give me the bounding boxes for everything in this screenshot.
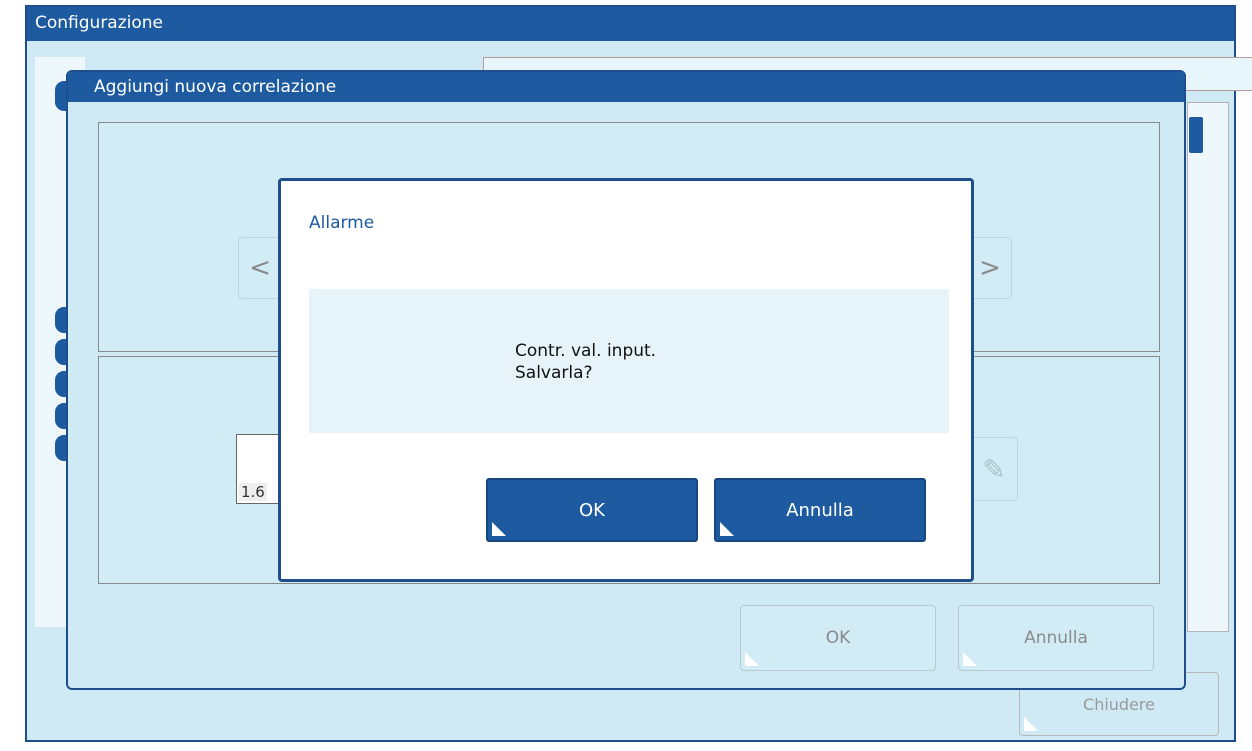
config-scrollbar-thumb[interactable]: [1189, 117, 1203, 153]
alarm-ok-label: OK: [579, 499, 605, 521]
chevron-right-icon: >: [979, 253, 1001, 283]
next-button[interactable]: >: [968, 237, 1012, 299]
chevron-left-icon: <: [249, 253, 271, 283]
edit-button[interactable]: ✎: [970, 437, 1018, 501]
alarm-message-line: Salvarla?: [515, 363, 593, 383]
correlation-titlebar: Aggiungi nuova correlazione: [68, 72, 1184, 102]
corner-mark-icon: [745, 652, 759, 666]
corner-mark-icon: [720, 522, 734, 536]
alarm-dialog-title: Allarme: [309, 213, 375, 233]
close-button-label: Chiudere: [1083, 694, 1155, 714]
alarm-message-area: Contr. val. input. Salvarla?: [309, 289, 949, 433]
config-titlebar: Configurazione: [27, 7, 1234, 41]
corner-mark-icon: [1024, 717, 1038, 731]
corner-mark-icon: [963, 652, 977, 666]
alarm-cancel-button[interactable]: Annulla: [714, 478, 926, 542]
alarm-dialog: Allarme Contr. val. input. Salvarla? OK …: [278, 178, 974, 582]
config-right-panel: [1187, 102, 1229, 632]
pencil-icon: ✎: [982, 452, 1006, 486]
correlation-ok-label: OK: [825, 628, 851, 648]
alarm-cancel-label: Annulla: [786, 499, 854, 521]
alarm-ok-button[interactable]: OK: [486, 478, 698, 542]
config-window-title: Configurazione: [35, 13, 164, 33]
alarm-message-line: Contr. val. input.: [515, 341, 657, 361]
correlation-ok-button[interactable]: OK: [740, 605, 936, 671]
value-text: 1.6: [239, 483, 267, 501]
correlation-window-title: Aggiungi nuova correlazione: [94, 77, 337, 97]
correlation-cancel-label: Annulla: [1024, 628, 1088, 648]
corner-mark-icon: [492, 522, 506, 536]
previous-button[interactable]: <: [238, 237, 282, 299]
correlation-cancel-button[interactable]: Annulla: [958, 605, 1154, 671]
